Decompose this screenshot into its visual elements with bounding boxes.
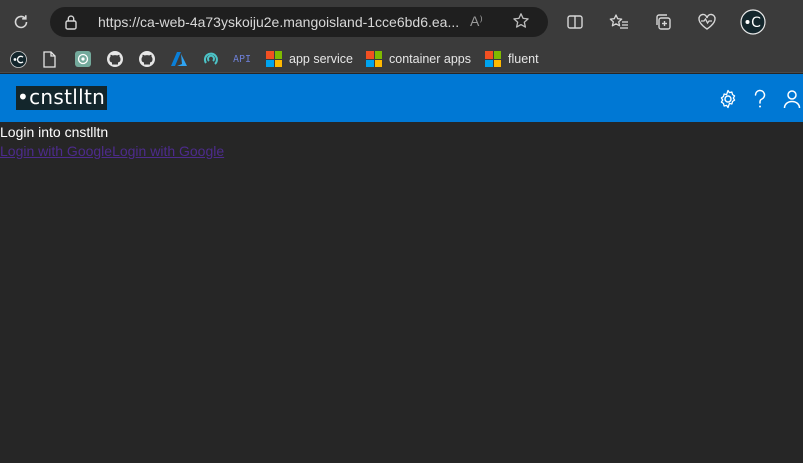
microsoft-logo-icon [366,51,382,67]
bookmark-chatgpt-icon[interactable] [74,48,92,70]
bookmark-cnstlltn-icon[interactable] [10,48,27,70]
login-heading: Login into cnstlltn [0,124,109,140]
app-header: •cnstlltn [0,74,803,122]
bookmark-label: fluent [508,52,539,66]
profile-initial: C [751,15,761,31]
browser-toolbar: https://ca-web-4a73yskoiju2e.mangoisland… [0,0,803,44]
address-bar[interactable]: https://ca-web-4a73yskoiju2e.mangoisland… [50,7,548,37]
login-links: Login with GoogleLogin with Google [0,141,803,161]
bookmark-api-icon[interactable]: API [233,48,251,70]
split-screen-icon[interactable] [563,10,587,34]
bookmark-github-icon[interactable] [106,48,124,70]
profile-avatar[interactable]: C [740,9,766,35]
bookmark-fluent[interactable]: fluent [485,48,539,70]
collections-icon[interactable] [651,10,675,34]
login-google-link[interactable]: Login with Google [0,143,112,159]
login-google-link-2[interactable]: Login with Google [112,143,224,159]
url-text[interactable]: https://ca-web-4a73yskoiju2e.mangoisland… [98,14,468,30]
settings-icon[interactable] [717,88,739,110]
bookmark-label: container apps [389,52,472,66]
browser-essentials-icon[interactable] [695,10,719,34]
page-content: Login into cnstlltn Login with GoogleLog… [0,124,803,161]
bookmark-azure-icon[interactable] [170,48,188,70]
app-logo[interactable]: •cnstlltn [16,86,108,110]
read-aloud-icon[interactable]: A⁾ [470,13,483,30]
microsoft-logo-icon [266,51,282,67]
bookmark-container-apps[interactable]: container apps [366,48,471,70]
favorite-star-icon[interactable] [512,12,530,34]
bookmark-label: app service [289,52,353,66]
help-icon[interactable] [749,88,771,110]
lock-icon[interactable] [64,14,78,34]
account-icon[interactable] [781,88,803,110]
bookmark-swirl-icon[interactable] [202,48,220,70]
bookmarks-bar: API app service container apps fluent [0,44,803,73]
refresh-icon[interactable] [9,10,33,34]
bookmark-file-icon[interactable] [42,48,56,70]
bookmark-app-service[interactable]: app service [266,48,353,70]
microsoft-logo-icon [485,51,501,67]
favorites-icon[interactable] [607,10,631,34]
bookmark-github-2-icon[interactable] [138,48,156,70]
